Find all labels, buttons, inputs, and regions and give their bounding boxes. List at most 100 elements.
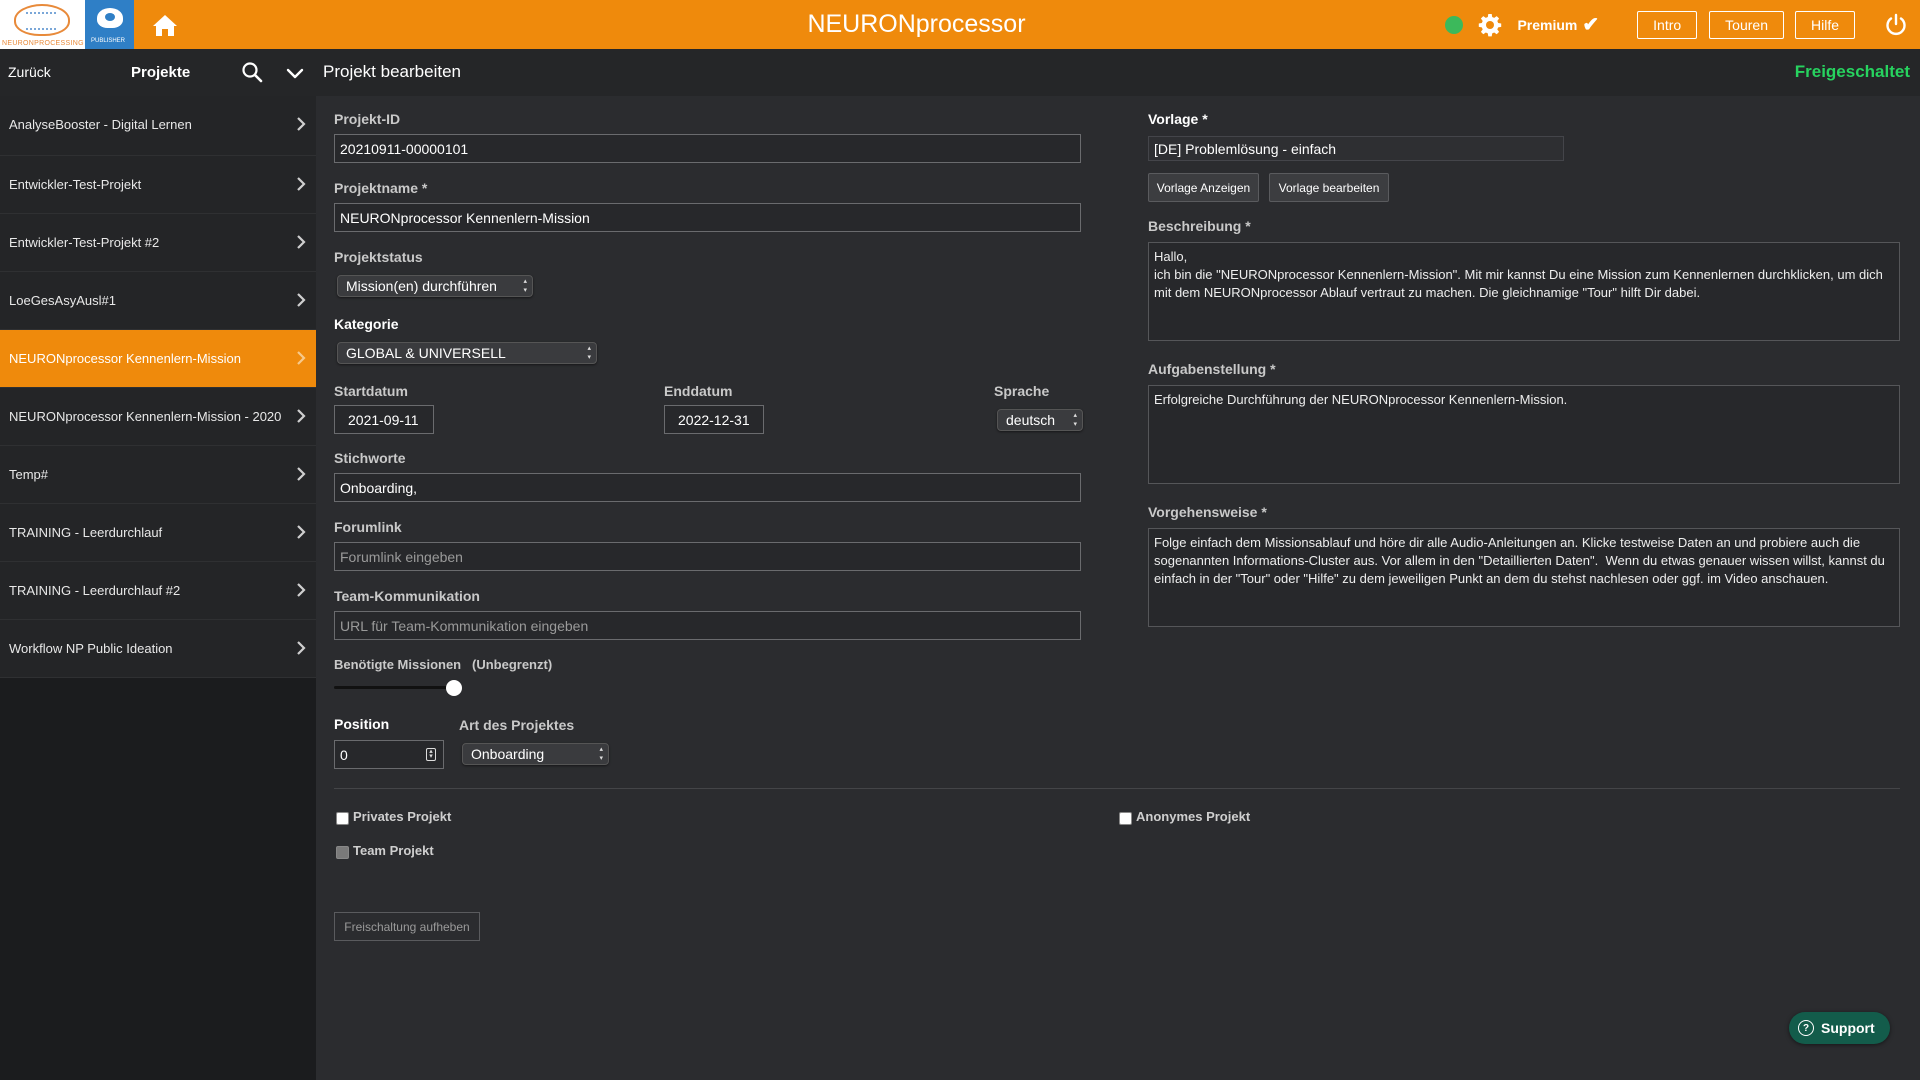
forum-link-input[interactable] [334, 542, 1081, 571]
project-id-input[interactable] [334, 134, 1081, 163]
project-type-value: Onboarding [471, 746, 545, 762]
project-sidebar: AnalyseBooster - Digital Lernen Entwickl… [0, 96, 316, 1080]
procedure-textarea[interactable]: Folge einfach dem Missionsablauf und hör… [1148, 528, 1900, 627]
template-label: Vorlage * [1148, 111, 1208, 127]
project-name-label: Projektname * [334, 180, 428, 196]
neuronprocessing-logo[interactable]: NEURONPROCESSING [0, 0, 85, 49]
sidebar-item-entwickler-test-2[interactable]: Entwickler-Test-Projekt #2 [0, 214, 316, 272]
power-icon[interactable] [1882, 11, 1910, 39]
intro-button[interactable]: Intro [1637, 10, 1698, 39]
premium-label: Premium [1517, 16, 1578, 33]
gear-icon[interactable] [1477, 12, 1503, 38]
description-label: Beschreibung * [1148, 218, 1251, 234]
category-select[interactable]: GLOBAL & UNIVERSELL [337, 342, 597, 364]
premium-badge: Premium ✔ [1517, 12, 1599, 37]
position-label: Position [334, 716, 390, 732]
publisher-text: PUBLISHER [91, 38, 126, 44]
project-type-select[interactable]: Onboarding [462, 743, 609, 765]
chevron-right-icon [297, 525, 306, 539]
sidebar-item-training[interactable]: TRAINING - Leerdurchlauf [0, 504, 316, 562]
missions-slider-handle[interactable] [446, 680, 462, 696]
category-value: GLOBAL & UNIVERSELL [346, 345, 506, 361]
category-label: Kategorie [334, 316, 399, 332]
chevron-down-icon[interactable] [284, 62, 306, 84]
chevron-right-icon [297, 293, 306, 307]
sidebar-item-entwickler-test[interactable]: Entwickler-Test-Projekt [0, 156, 316, 214]
head-logo-icon [97, 8, 123, 28]
team-project-checkbox[interactable] [336, 846, 349, 859]
top-right-controls: Premium ✔ Intro Touren Hilfe [1445, 0, 1920, 49]
sidebar-item-workflow[interactable]: Workflow NP Public Ideation [0, 620, 316, 678]
sidebar-item-label: AnalyseBooster - Digital Lernen [9, 117, 192, 132]
project-status-label: Projektstatus [334, 249, 423, 265]
sidebar-item-label: NEURONprocessor Kennenlern-Mission - 202… [9, 409, 282, 424]
task-textarea[interactable]: Erfolgreiche Durchführung der NEURONproc… [1148, 385, 1900, 484]
keywords-input[interactable] [334, 473, 1081, 502]
missions-value: (Unbegrenzt) [472, 657, 553, 672]
support-button[interactable]: ? Support [1789, 1012, 1890, 1044]
anonymous-project-checkbox[interactable] [1119, 812, 1132, 825]
start-date-label: Startdatum [334, 383, 408, 399]
publisher-logo[interactable]: PUBLISHER [85, 0, 134, 49]
search-icon[interactable] [240, 60, 264, 84]
tours-button[interactable]: Touren [1709, 10, 1784, 39]
checkmark-icon: ✔ [1582, 14, 1600, 36]
chevron-right-icon [297, 351, 306, 365]
sidebar-item-label: TRAINING - Leerdurchlauf #2 [9, 583, 181, 598]
revoke-unlock-button[interactable]: Freischaltung aufheben [334, 912, 480, 941]
team-project-label: Team Projekt [353, 843, 434, 858]
private-project-checkbox[interactable] [336, 812, 349, 825]
end-date-input[interactable] [664, 405, 764, 434]
show-template-button[interactable]: Vorlage Anzeigen [1148, 173, 1259, 202]
projects-heading: Projekte [131, 64, 191, 81]
sidebar-item-kennenlern-mission-2020[interactable]: NEURONprocessor Kennenlern-Mission - 202… [0, 388, 316, 446]
sidebar-item-label: Workflow NP Public Ideation [9, 641, 173, 656]
question-icon: ? [1798, 1020, 1814, 1036]
language-label: Sprache [994, 383, 1050, 399]
keywords-label: Stichworte [334, 450, 406, 466]
project-name-input[interactable] [334, 203, 1081, 232]
project-type-label: Art des Projektes [459, 717, 575, 733]
missions-label: Benötigte Missionen [334, 657, 462, 672]
sidebar-item-training-2[interactable]: TRAINING - Leerdurchlauf #2 [0, 562, 316, 620]
sidebar-item-loegesasyausl[interactable]: LoeGesAsyAusl#1 [0, 272, 316, 330]
support-label: Support [1821, 1020, 1875, 1036]
chevron-right-icon [297, 467, 306, 481]
sidebar-item-label: TRAINING - Leerdurchlauf [9, 525, 163, 540]
sidebar-item-label: Temp# [9, 467, 49, 482]
form-divider [334, 788, 1900, 789]
language-select[interactable]: deutsch [997, 409, 1083, 431]
help-button[interactable]: Hilfe [1794, 10, 1855, 39]
language-value: deutsch [1006, 412, 1056, 428]
start-date-input[interactable] [334, 405, 434, 434]
back-link[interactable]: Zurück [8, 64, 51, 80]
chevron-right-icon [297, 641, 306, 655]
forum-link-label: Forumlink [334, 519, 402, 535]
sidebar-item-analysebooster[interactable]: AnalyseBooster - Digital Lernen [0, 96, 316, 156]
end-date-label: Enddatum [664, 383, 733, 399]
project-id-label: Projekt-ID [334, 111, 401, 127]
sidebar-item-label: LoeGesAsyAusl#1 [9, 293, 116, 308]
sidebar-item-label: Entwickler-Test-Projekt #2 [9, 235, 160, 250]
procedure-label: Vorgehensweise * [1148, 504, 1267, 520]
sidebar-item-kennenlern-mission[interactable]: NEURONprocessor Kennenlern-Mission [0, 330, 316, 388]
template-input[interactable] [1148, 136, 1564, 161]
stepper-icon[interactable]: ▴ ▾ [426, 748, 436, 761]
chevron-right-icon [297, 583, 306, 597]
anonymous-project-label: Anonymes Projekt [1136, 809, 1251, 824]
private-project-label: Privates Projekt [353, 809, 452, 824]
chevron-right-icon [297, 235, 306, 249]
project-status-select[interactable]: Mission(en) durchführen [337, 275, 533, 297]
missions-slider-track[interactable] [334, 686, 454, 689]
description-textarea[interactable]: Hallo, ich bin die "NEURONprocessor Kenn… [1148, 242, 1900, 341]
task-label: Aufgabenstellung * [1148, 361, 1276, 377]
logo-text: NEURONPROCESSING [2, 40, 84, 47]
team-communication-input[interactable] [334, 611, 1081, 640]
home-icon[interactable] [150, 10, 180, 40]
edit-template-button[interactable]: Vorlage bearbeiten [1269, 173, 1389, 202]
status-indicator [1445, 15, 1464, 34]
unlocked-status-label: Freigeschaltet [1794, 62, 1910, 81]
sidebar-item-label: NEURONprocessor Kennenlern-Mission [9, 351, 241, 366]
chevron-right-icon [297, 409, 306, 423]
sidebar-item-temp[interactable]: Temp# [0, 446, 316, 504]
